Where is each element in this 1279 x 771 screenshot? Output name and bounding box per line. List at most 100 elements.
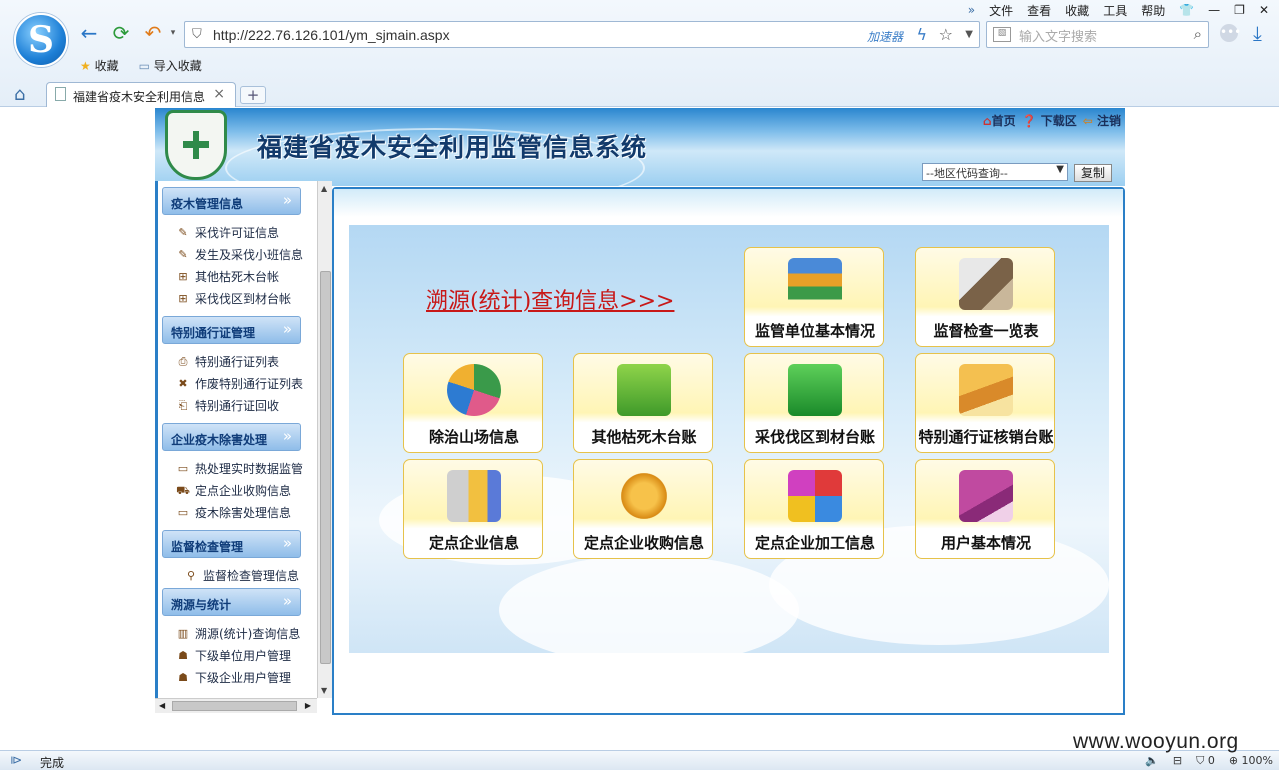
double-chevron-icon: » — [282, 320, 292, 338]
pie-chart-icon — [447, 364, 501, 416]
minimize-icon[interactable]: — — [1208, 3, 1220, 17]
users-icon: ☗ — [178, 648, 188, 662]
double-chevron-icon: » — [282, 592, 292, 610]
tile-user-info[interactable]: 用户基本情况 — [915, 459, 1055, 559]
restore-icon[interactable]: ❐ — [1234, 3, 1245, 17]
sidebar-item-heat-monitor[interactable]: ▭ 热处理实时数据监管 — [176, 459, 303, 477]
tile-enterprise-purchase[interactable]: 定点企业收购信息 — [573, 459, 713, 559]
sidebar-item-logging-ledger[interactable]: ⊞ 采伐伐区到材台帐 — [176, 289, 291, 307]
double-chevron-icon: » — [282, 427, 292, 445]
sidebar-item-treatment[interactable]: ▭ 疫木除害处理信息 — [176, 503, 291, 521]
menu-bar: » 文件 查看 收藏 工具 帮助 👕 — ❐ ✕ — [968, 2, 1269, 18]
hscroll-thumb[interactable] — [172, 701, 297, 711]
sidebar-item-void-pass-list[interactable]: ✖ 作废特别通行证列表 — [176, 374, 303, 392]
adblock-counter[interactable]: ⛉ 0 — [1196, 754, 1215, 768]
close-tab-icon[interactable]: × — [213, 86, 225, 102]
tile-pass-writeoff-ledger[interactable]: 特别通行证核销台账 — [915, 353, 1055, 453]
address-dropdown-icon[interactable]: ▼ — [965, 29, 973, 40]
sidebar-item-occurrence[interactable]: ✎ 发生及采伐小班信息 — [176, 245, 303, 263]
menu-tools[interactable]: 工具 — [1103, 2, 1127, 19]
sidebar-item-pass-list[interactable]: ⎙ 特别通行证列表 — [176, 352, 279, 370]
close-window-icon[interactable]: ✕ — [1259, 3, 1269, 17]
download-link[interactable]: ❓ 下载区 — [1022, 112, 1077, 129]
sidebar-item-sub-unit-users[interactable]: ☗ 下级单位用户管理 — [176, 646, 291, 664]
sidebar-item-logging-permit[interactable]: ✎ 采伐许可证信息 — [176, 223, 279, 241]
documents-stamp-icon — [959, 258, 1013, 310]
download-icon[interactable]: ⤓ — [1253, 21, 1262, 45]
address-bar[interactable]: ⛉ http://222.76.126.101/ym_sjmain.aspx 加… — [184, 21, 980, 48]
browser-logo-icon[interactable]: S — [14, 13, 68, 67]
zoom-control[interactable]: ⊕ 100% — [1229, 754, 1273, 768]
lightning-icon[interactable]: ϟ — [916, 25, 927, 44]
bookmark-import[interactable]: ▭ 导入收藏 — [139, 57, 202, 74]
sidebar-item-pass-recycle[interactable]: ⎗ 特别通行证回收 — [176, 396, 279, 414]
tab-active[interactable]: 福建省疫木安全利用信息 × — [46, 82, 236, 107]
sidebar-item-sub-enterprise-users[interactable]: ☗ 下级企业用户管理 — [176, 668, 291, 686]
search-input[interactable]: 输入文字搜索 — [1019, 26, 1097, 45]
sidebar-section-trace[interactable]: 溯源与统计 » — [162, 588, 301, 616]
sidebar-section-enterprise[interactable]: 企业疫木除害处理 » — [162, 423, 301, 451]
tile-control-site[interactable]: 除治山场信息 — [403, 353, 543, 453]
scroll-left-icon[interactable]: ◀ — [159, 701, 165, 710]
extensions-icon[interactable]: ••• — [1220, 24, 1241, 42]
home-link[interactable]: ⌂首页 — [983, 112, 1016, 129]
refresh-icon[interactable]: ⟳ — [110, 22, 132, 44]
undo-dropdown-icon[interactable]: ▾ — [162, 22, 184, 44]
region-code-select[interactable]: --地区代码查询-- ▼ — [922, 163, 1068, 181]
accelerator-label[interactable]: 加速器 — [867, 28, 903, 45]
sidebar-toggle-icon[interactable]: ⧐ — [10, 753, 22, 767]
menu-file[interactable]: 文件 — [989, 2, 1013, 19]
sidebar-scrollbar[interactable]: ▲ ▼ — [317, 181, 332, 698]
network-icon: ⊞ — [178, 269, 188, 283]
menu-view[interactable]: 查看 — [1027, 2, 1051, 19]
volume-icon[interactable]: 🔈 — [1145, 754, 1159, 768]
network-icon: ⊞ — [178, 291, 188, 305]
sidebar-section-vaccine-wood[interactable]: 疫木管理信息 » — [162, 187, 301, 215]
page-icon — [55, 87, 66, 101]
logout-link[interactable]: ⇦ 注销 — [1083, 112, 1121, 129]
sidebar-item-dead-wood[interactable]: ⊞ 其他枯死木台帐 — [176, 267, 279, 285]
back-arrow-icon[interactable]: ← — [78, 22, 100, 44]
new-tab-button[interactable]: + — [240, 86, 266, 104]
tab-title: 福建省疫木安全利用信息 — [73, 90, 206, 104]
scroll-thumb[interactable] — [320, 271, 331, 664]
scroll-down-icon[interactable]: ▼ — [321, 686, 327, 695]
menu-favorites[interactable]: 收藏 — [1065, 2, 1089, 19]
sidebar: 疫木管理信息 » ✎ 采伐许可证信息 ✎ 发生及采伐小班信息 ⊞ 其他枯死木台帐 ⊞ 采… — [155, 181, 317, 698]
sidebar-section-inspection[interactable]: 监督检查管理 » — [162, 530, 301, 558]
skin-icon[interactable]: 👕 — [1179, 3, 1194, 17]
tile-designated-enterprise[interactable]: 定点企业信息 — [403, 459, 543, 559]
menu-expand-icon[interactable]: » — [968, 3, 975, 17]
double-chevron-icon: » — [282, 191, 292, 209]
url-text[interactable]: http://222.76.126.101/ym_sjmain.aspx — [213, 27, 450, 43]
menu-help[interactable]: 帮助 — [1141, 2, 1165, 19]
sidebar-item-inspection-info[interactable]: ⚲ 监督检查管理信息 — [184, 566, 299, 584]
tile-supervision-unit[interactable]: 监管单位基本情况 — [744, 247, 884, 347]
home-icon[interactable]: ⌂ — [14, 84, 25, 105]
sidebar-item-trace-query[interactable]: ▥ 溯源(统计)查询信息 — [176, 624, 301, 642]
sidebar-hscrollbar[interactable]: ◀ ▶ — [155, 698, 317, 713]
bookmark-favorites[interactable]: ★ 收藏 — [80, 57, 119, 74]
tile-dead-wood-ledger[interactable]: 其他枯死木台账 — [573, 353, 713, 453]
site-emblem-icon — [165, 110, 227, 180]
network-status-icon[interactable]: ⊟ — [1173, 754, 1182, 768]
tile-inspection-list[interactable]: 监督检查一览表 — [915, 247, 1055, 347]
search-icon[interactable]: ⌕ — [1194, 25, 1202, 43]
users-icon: ☗ — [178, 670, 188, 684]
scroll-up-icon[interactable]: ▲ — [321, 184, 327, 193]
tile-enterprise-processing[interactable]: 定点企业加工信息 — [744, 459, 884, 559]
undo-icon[interactable]: ↶ — [142, 22, 164, 44]
tile-logging-ledger[interactable]: 采伐伐区到材台账 — [744, 353, 884, 453]
trace-query-link[interactable]: 溯源(统计)查询信息>>> — [426, 283, 674, 315]
search-engine-icon[interactable]: ▧ — [993, 27, 1011, 42]
site-header: 福建省疫木安全利用监管信息系统 ⌂首页 ❓ 下载区 ⇦ 注销 --地区代码查询-… — [155, 108, 1125, 186]
copy-button[interactable]: 复制 — [1074, 164, 1112, 182]
search-box[interactable]: ▧ 输入文字搜索 ⌕ — [986, 21, 1209, 48]
bar-chart-icon: ▥ — [177, 626, 189, 640]
scroll-right-icon[interactable]: ▶ — [305, 701, 311, 710]
sidebar-item-purchase[interactable]: ⛟ 定点企业收购信息 — [176, 481, 291, 499]
sidebar-section-pass[interactable]: 特别通行证管理 » — [162, 316, 301, 344]
security-shield-icon[interactable]: ⛉ — [192, 27, 206, 43]
cloud-decoration — [499, 555, 799, 653]
star-icon[interactable]: ☆ — [939, 25, 953, 44]
